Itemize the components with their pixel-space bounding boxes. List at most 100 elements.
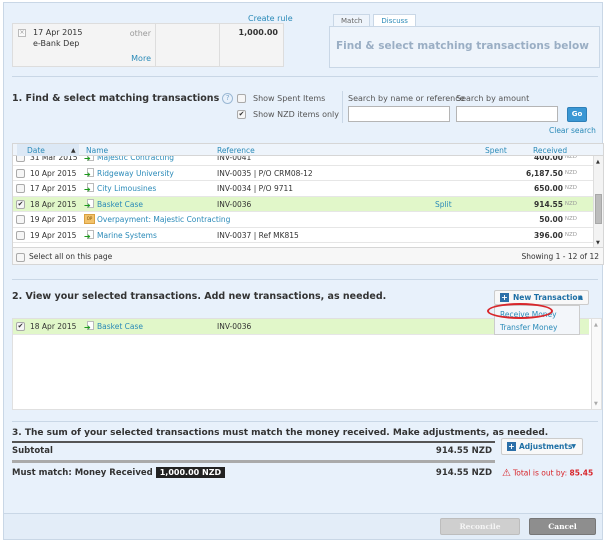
scroll-up-icon[interactable]: ▲ bbox=[596, 159, 600, 165]
row-checkbox[interactable] bbox=[16, 156, 25, 162]
row-received: 650.00 bbox=[534, 184, 563, 193]
divider bbox=[342, 91, 343, 123]
selected-scrollbar[interactable]: ▲ ▼ bbox=[591, 319, 601, 409]
must-match-row: Must match: Money Received 1,000.00 NZD bbox=[12, 467, 226, 478]
row-checkbox[interactable]: ✔ bbox=[16, 322, 25, 331]
col-received[interactable]: Received bbox=[533, 146, 567, 155]
row-spent[interactable]: Split bbox=[435, 200, 452, 209]
table-row[interactable]: 31 Mar 2015 ➔ Majestic Contracting INV-0041… bbox=[13, 156, 595, 166]
table-header: Date ▲ Name Reference Spent Received bbox=[13, 144, 603, 156]
caret-down-icon: ▼ bbox=[571, 443, 576, 450]
overpayment-icon: OP bbox=[84, 214, 95, 224]
transactions-table: Date ▲ Name Reference Spent Received 31 … bbox=[12, 143, 604, 265]
close-icon[interactable]: × bbox=[18, 29, 26, 37]
row-checkbox[interactable] bbox=[16, 230, 25, 240]
section2-title: 2. View your selected transactions. Add … bbox=[12, 291, 387, 302]
must-match-value: 914.55 NZD bbox=[435, 468, 492, 478]
create-rule-link[interactable]: Create rule bbox=[248, 14, 293, 23]
row-name[interactable]: Basket Case bbox=[97, 322, 143, 331]
money-received-badge: 1,000.00 NZD bbox=[155, 467, 226, 478]
clear-search-link[interactable]: Clear search bbox=[549, 126, 596, 135]
search-amount-input[interactable] bbox=[456, 106, 558, 122]
section1-title: 1. Find & select matching transactions? bbox=[12, 93, 234, 104]
row-date: 31 Mar 2015 bbox=[30, 156, 78, 162]
row-name[interactable]: Overpayment: Majestic Contracting bbox=[97, 215, 230, 224]
reconcile-button[interactable]: Reconcile bbox=[440, 518, 520, 535]
row-reference: INV-0034 | P/O 9711 bbox=[217, 184, 294, 193]
row-name[interactable]: City Limousines bbox=[97, 184, 156, 193]
divider bbox=[12, 279, 598, 280]
row-reference: INV-0036 bbox=[217, 322, 252, 331]
row-currency: NZD bbox=[564, 200, 577, 207]
divider bbox=[12, 421, 598, 422]
col-spent[interactable]: Spent bbox=[485, 146, 507, 155]
scroll-thumb[interactable] bbox=[595, 194, 602, 224]
subtotal-label: Subtotal bbox=[12, 446, 53, 456]
statement-spent-cell bbox=[156, 24, 220, 66]
row-received: 914.55 bbox=[534, 199, 563, 209]
row-currency: NZD bbox=[564, 216, 577, 222]
more-link[interactable]: More bbox=[131, 54, 151, 63]
divider bbox=[12, 441, 495, 443]
invoice-arrow-icon: ➔ bbox=[84, 167, 95, 178]
table-row[interactable]: ✔ 18 Apr 2015 ➔ Basket Case INV-0036 Split 914… bbox=[13, 196, 595, 212]
statement-description: e-Bank Dep bbox=[33, 39, 80, 48]
show-spent-checkbox[interactable] bbox=[237, 94, 246, 103]
row-date: 18 Apr 2015 bbox=[30, 199, 77, 209]
pagination-status: Showing 1 - 12 of 12 bbox=[521, 252, 599, 261]
cancel-button[interactable]: Cancel bbox=[529, 518, 596, 535]
select-all[interactable]: Select all on this page bbox=[16, 252, 112, 262]
col-name[interactable]: Name bbox=[86, 146, 108, 155]
match-message: Find & select matching transactions belo… bbox=[329, 26, 600, 68]
row-checkbox[interactable]: ✔ bbox=[16, 199, 25, 209]
search-name-input[interactable] bbox=[348, 106, 450, 122]
statement-type: other bbox=[129, 29, 151, 38]
row-currency: NZD bbox=[564, 231, 577, 238]
menu-item-transfer-money[interactable]: Transfer Money bbox=[500, 323, 557, 332]
tab-discuss[interactable]: Discuss bbox=[373, 14, 416, 26]
subtotal-value: 914.55 NZD bbox=[435, 446, 492, 456]
show-nzd-option[interactable]: ✔ Show NZD items only bbox=[237, 110, 339, 119]
go-button[interactable]: Go bbox=[567, 107, 587, 122]
sort-asc-icon: ▲ bbox=[71, 147, 76, 154]
table-row[interactable]: 10 Apr 2015 ➔ Ridgeway University INV-0035 … bbox=[13, 166, 595, 181]
statement-amount: 1,000.00 bbox=[238, 28, 278, 37]
tab-match[interactable]: Match bbox=[333, 14, 371, 26]
select-all-checkbox[interactable] bbox=[16, 252, 25, 262]
row-name[interactable]: Marine Systems bbox=[97, 231, 157, 240]
col-date[interactable]: Date bbox=[27, 146, 45, 155]
highlight-annotation bbox=[487, 303, 553, 319]
adjustments-button[interactable]: + Adjustments ▼ bbox=[501, 438, 583, 455]
row-checkbox[interactable] bbox=[16, 215, 25, 224]
warning-icon: ⚠ bbox=[502, 468, 511, 479]
row-received: 6,187.50 bbox=[525, 168, 563, 178]
show-nzd-checkbox[interactable]: ✔ bbox=[237, 110, 246, 119]
scroll-down-icon[interactable]: ▼ bbox=[594, 401, 598, 407]
table-scrollbar[interactable]: ▲ ▼ bbox=[593, 156, 603, 248]
row-reference: INV-0037 | Ref MK815 bbox=[217, 230, 299, 240]
table-row[interactable]: 19 Apr 2015 ➔ Marine Systems INV-0037 | Ref… bbox=[13, 228, 595, 243]
reconcile-match-panel: Create rule × 17 Apr 2015 e-Bank Dep oth… bbox=[3, 2, 604, 540]
help-icon[interactable]: ? bbox=[222, 93, 234, 104]
scroll-up-icon[interactable]: ▲ bbox=[594, 322, 598, 328]
row-name[interactable]: Majestic Contracting bbox=[97, 156, 174, 162]
invoice-arrow-icon: ➔ bbox=[84, 183, 95, 194]
row-name[interactable]: Ridgeway University bbox=[97, 169, 174, 178]
show-spent-label: Show Spent Items bbox=[253, 94, 326, 103]
row-reference: INV-0036 bbox=[217, 199, 252, 209]
table-row[interactable]: 17 Apr 2015 ➔ City Limousines INV-0034 | P/… bbox=[13, 181, 595, 197]
row-checkbox[interactable] bbox=[16, 168, 25, 178]
row-currency: NZD bbox=[564, 169, 577, 176]
show-spent-option[interactable]: Show Spent Items bbox=[237, 94, 325, 103]
row-name[interactable]: Basket Case bbox=[97, 200, 143, 209]
row-checkbox[interactable] bbox=[16, 184, 25, 193]
table-row[interactable]: 19 Apr 2015 OP Overpayment: Majestic Contr… bbox=[13, 212, 595, 228]
scroll-down-icon[interactable]: ▼ bbox=[596, 240, 600, 246]
invoice-arrow-icon: ➔ bbox=[84, 321, 95, 332]
col-reference[interactable]: Reference bbox=[217, 146, 255, 155]
divider bbox=[12, 76, 598, 77]
section3-title: 3. The sum of your selected transactions… bbox=[12, 428, 549, 438]
row-reference: INV-0035 | P/O CRM08-12 bbox=[217, 168, 313, 178]
row-reference: INV-0041 bbox=[217, 156, 252, 162]
row-currency: NZD bbox=[564, 185, 577, 191]
